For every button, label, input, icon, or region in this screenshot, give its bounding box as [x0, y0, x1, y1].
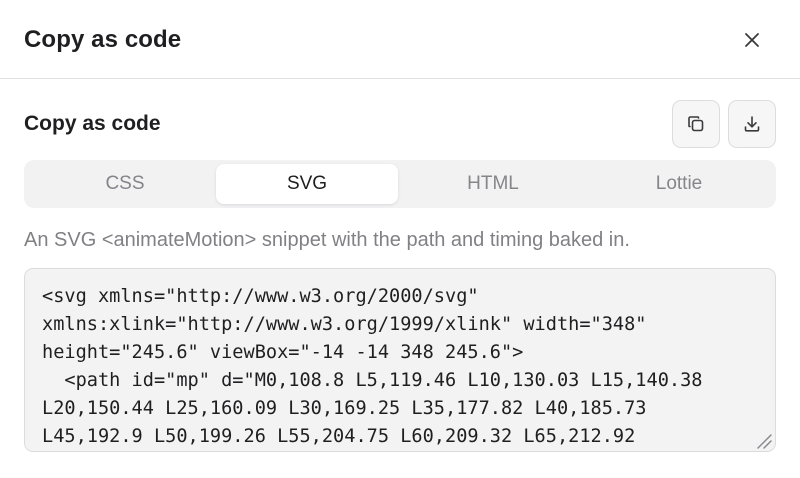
dialog-title: Copy as code	[24, 26, 182, 53]
close-button[interactable]	[734, 25, 770, 55]
code-line: L45,192.9 L50,199.26 L55,204.75 L60,209.…	[42, 426, 636, 447]
code-textarea[interactable]: <svg xmlns="http://www.w3.org/2000/svg" x…	[24, 268, 776, 452]
format-tabs: CSS SVG HTML Lottie	[24, 160, 776, 208]
code-line: height="245.6" viewBox="-14 -14 348 245.…	[42, 342, 524, 363]
download-button[interactable]	[728, 100, 776, 148]
section-title: Copy as code	[24, 112, 161, 135]
download-icon	[744, 116, 760, 132]
code-line: <svg xmlns="http://www.w3.org/2000/svg"	[42, 286, 479, 307]
tab-lottie[interactable]: Lottie	[588, 164, 770, 204]
code-line: <path id="mp" d="M0,108.8 L5,119.46 L10,…	[42, 370, 703, 391]
code-line: xmlns:xlink="http://www.w3.org/1999/xlin…	[42, 314, 647, 335]
copy-button[interactable]	[672, 100, 720, 148]
close-icon	[745, 33, 759, 47]
format-description: An SVG <animateMotion> snippet with the …	[24, 229, 630, 251]
tab-svg[interactable]: SVG	[216, 164, 398, 204]
tab-html[interactable]: HTML	[402, 164, 584, 204]
tab-css[interactable]: CSS	[34, 164, 216, 204]
copy-icon	[688, 116, 704, 132]
code-content: <svg xmlns="http://www.w3.org/2000/svg" x…	[42, 283, 767, 451]
dialog-header: Copy as code	[0, 0, 800, 79]
resize-handle-icon[interactable]	[755, 432, 773, 450]
code-line: L20,150.44 L25,160.09 L30,169.25 L35,177…	[42, 398, 647, 419]
